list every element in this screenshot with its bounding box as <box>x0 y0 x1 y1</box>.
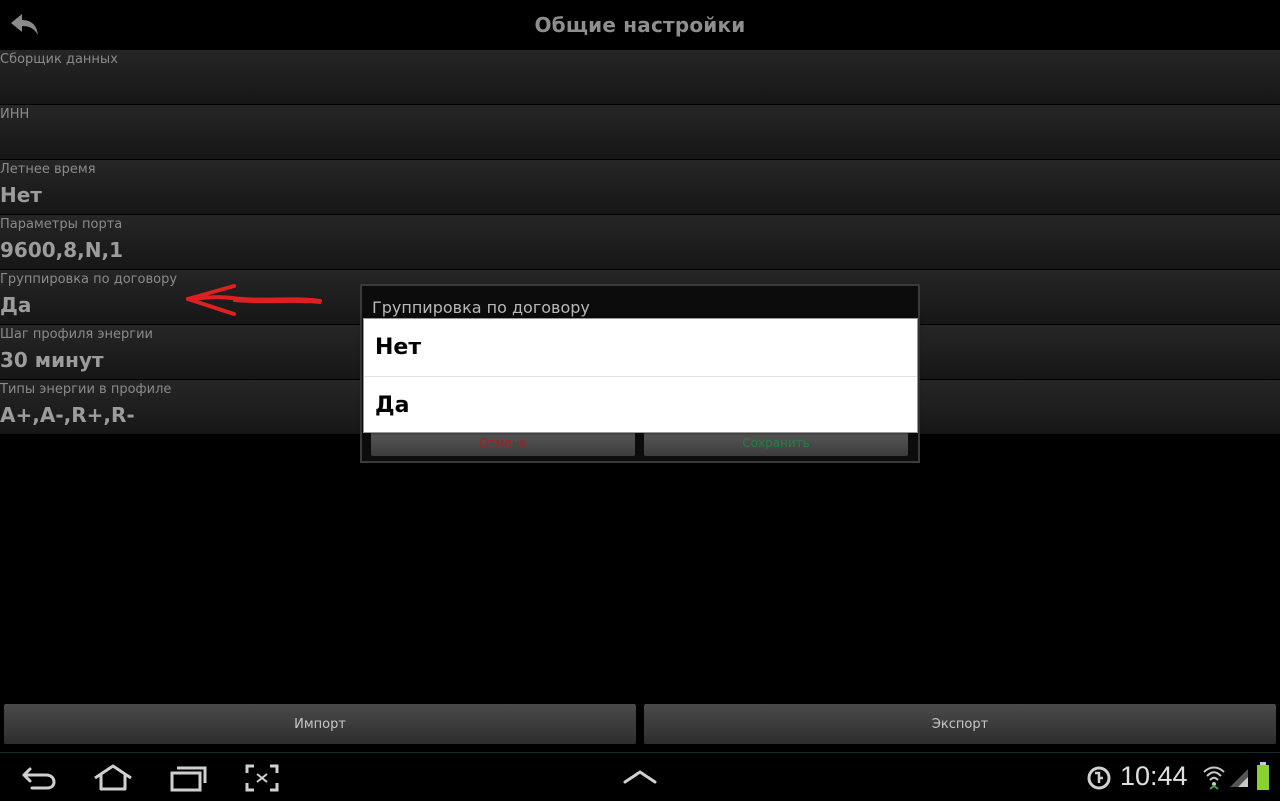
signal-icon <box>1230 769 1248 787</box>
setting-label: Сборщик данных <box>0 52 118 67</box>
system-navbar: 10:44 <box>0 752 1280 801</box>
export-button[interactable]: Экспорт <box>644 704 1276 744</box>
back-button[interactable] <box>6 6 44 44</box>
setting-row-inn[interactable]: ИНН <box>0 105 1280 159</box>
setting-row-summer-time[interactable]: Летнее время Нет <box>0 160 1280 214</box>
status-clock: 10:44 <box>1120 761 1188 791</box>
save-button[interactable]: Сохранить <box>644 430 908 456</box>
setting-label: Параметры порта <box>0 217 123 232</box>
setting-value: Нет <box>0 183 42 207</box>
setting-label: Летнее время <box>0 162 96 177</box>
cancel-button[interactable]: Отмена <box>371 430 635 456</box>
setting-row-data-collector[interactable]: Сборщик данных <box>0 50 1280 104</box>
wifi-icon <box>1203 766 1225 790</box>
nav-home-icon[interactable] <box>92 763 134 793</box>
dialog-title: Группировка по договору <box>372 298 590 317</box>
annotation-arrow-icon <box>186 284 322 316</box>
option-no[interactable]: Нет <box>364 319 917 376</box>
setting-value: 9600,8,N,1 <box>0 238 124 262</box>
page-title: Общие настройки <box>534 13 746 37</box>
nav-recent-apps-icon[interactable] <box>168 763 208 793</box>
battery-icon <box>1257 762 1269 790</box>
nav-screenshot-icon[interactable] <box>244 763 280 793</box>
chevron-up-icon[interactable] <box>622 769 658 785</box>
back-arrow-icon <box>11 14 38 35</box>
action-bar: Общие настройки <box>0 0 1280 50</box>
options-list: Нет Да <box>363 318 918 433</box>
nav-back-icon[interactable] <box>20 763 58 793</box>
import-button[interactable]: Импорт <box>4 704 636 744</box>
option-yes[interactable]: Да <box>364 376 917 433</box>
setting-label: ИНН <box>0 107 30 122</box>
data-sync-icon <box>1087 766 1111 790</box>
setting-row-port-params[interactable]: Параметры порта 9600,8,N,1 <box>0 215 1280 269</box>
